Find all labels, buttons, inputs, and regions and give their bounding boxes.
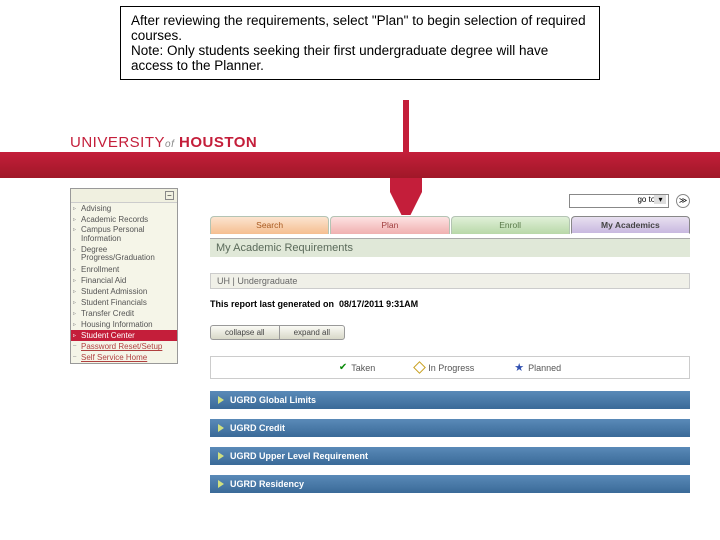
sidebar-item-student-center[interactable]: Student Center: [71, 330, 177, 341]
expand-all-button[interactable]: expand all: [279, 325, 345, 340]
header-bar: [0, 152, 720, 178]
sidebar-item-financial-aid[interactable]: Financial Aid: [71, 275, 177, 286]
main-content: go to … ≫ Search Plan Enroll My Academic…: [210, 194, 690, 503]
tab-plan[interactable]: Plan: [330, 216, 449, 234]
page-title: My Academic Requirements: [210, 238, 690, 257]
sidebar-item-password-reset[interactable]: Password Reset/Setup: [71, 341, 177, 352]
sidebar-item-enrollment[interactable]: Enrollment: [71, 264, 177, 275]
expand-icon: [218, 452, 224, 460]
expand-icon: [218, 424, 224, 432]
sidebar-item-degree-progress[interactable]: Degree Progress/Graduation: [71, 245, 177, 265]
tab-search[interactable]: Search: [210, 216, 329, 234]
minimize-icon[interactable]: –: [165, 191, 174, 200]
sidebar-header: –: [71, 189, 177, 203]
legend-taken: ✔ Taken: [339, 361, 375, 374]
tab-enroll[interactable]: Enroll: [451, 216, 570, 234]
instruction-line-2: Note: Only students seeking their first …: [131, 43, 548, 73]
sidebar-item-campus-personal[interactable]: Campus Personal Information: [71, 225, 177, 245]
goto-button[interactable]: ≫: [676, 194, 690, 208]
sidebar-item-transfer-credit[interactable]: Transfer Credit: [71, 308, 177, 319]
context-bar: UH | Undergraduate: [210, 273, 690, 289]
sidebar-item-student-admission[interactable]: Student Admission: [71, 286, 177, 297]
in-progress-icon: [413, 361, 426, 374]
sidebar-nav: – Advising Academic Records Campus Perso…: [70, 188, 178, 364]
instruction-line-1: After reviewing the requirements, select…: [131, 13, 586, 43]
tab-bar: Search Plan Enroll My Academics: [210, 216, 690, 234]
legend-in-progress: In Progress: [415, 361, 474, 374]
requirement-global-limits[interactable]: UGRD Global Limits: [210, 391, 690, 409]
sidebar-item-housing[interactable]: Housing Information: [71, 319, 177, 330]
requirement-upper-level[interactable]: UGRD Upper Level Requirement: [210, 447, 690, 465]
requirement-residency[interactable]: UGRD Residency: [210, 475, 690, 493]
sidebar-item-academic-records[interactable]: Academic Records: [71, 214, 177, 225]
sidebar-item-student-financials[interactable]: Student Financials: [71, 297, 177, 308]
tab-my-academics[interactable]: My Academics: [571, 216, 690, 234]
goto-select[interactable]: go to …: [569, 194, 669, 208]
instruction-callout: After reviewing the requirements, select…: [120, 6, 600, 80]
expand-icon: [218, 480, 224, 488]
sidebar-item-advising[interactable]: Advising: [71, 203, 177, 214]
collapse-all-button[interactable]: collapse all: [210, 325, 279, 340]
requirement-credit[interactable]: UGRD Credit: [210, 419, 690, 437]
sidebar-item-self-service-home[interactable]: Self Service Home: [71, 352, 177, 363]
report-timestamp: This report last generated on 08/17/2011…: [210, 299, 690, 309]
taken-icon: ✔: [339, 362, 347, 373]
university-logo: UNIVERSITYof HOUSTON: [70, 134, 257, 151]
expand-icon: [218, 396, 224, 404]
action-row: collapse all expand all: [210, 325, 690, 340]
legend-planned: ★ Planned: [514, 361, 561, 374]
legend: ✔ Taken In Progress ★ Planned: [210, 356, 690, 379]
planned-icon: ★: [514, 361, 524, 374]
goto-row: go to … ≫: [210, 194, 690, 208]
